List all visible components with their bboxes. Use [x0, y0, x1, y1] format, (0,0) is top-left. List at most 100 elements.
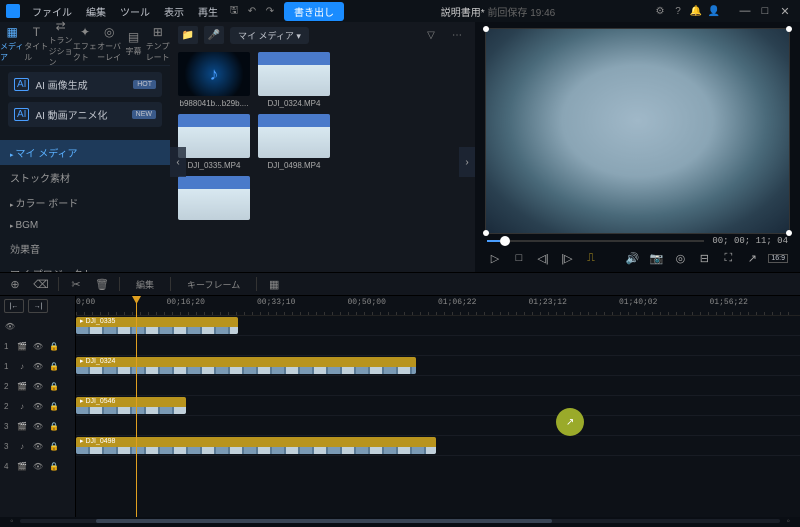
- trash-icon[interactable]: 🗑: [93, 275, 111, 293]
- preview-panel: 00; 00; 11; 04 ▷ □ ◁| |▷ ⎍ 🔊 📷 ◎ ⊟ ⛶ ↗ 1…: [475, 22, 800, 272]
- zoom-out-button[interactable]: |←: [4, 299, 24, 313]
- clip[interactable]: ▸ DJI_0546: [76, 397, 186, 414]
- aspect-ratio[interactable]: 16:9: [768, 254, 788, 263]
- close-button[interactable]: ✕: [776, 3, 794, 19]
- track-row[interactable]: ▸ DJI_0498: [76, 436, 800, 456]
- track-header[interactable]: 2♪👁🔒: [0, 396, 75, 416]
- undo-icon[interactable]: ↶: [244, 3, 260, 19]
- track-row[interactable]: ▸ DJI_0324: [76, 356, 800, 376]
- track-header[interactable]: 3♪👁🔒: [0, 436, 75, 456]
- help-icon[interactable]: ?: [670, 3, 686, 19]
- sidebar-item[interactable]: ストック素材: [0, 165, 170, 190]
- media-thumbnail[interactable]: DJI_0335.MP4: [178, 114, 250, 170]
- track-row[interactable]: [76, 376, 800, 396]
- document-title: 説明書用* 前回保存 19:46: [441, 4, 556, 19]
- menu-再生[interactable]: 再生: [192, 4, 224, 19]
- next-frame-button[interactable]: |▷: [559, 250, 575, 266]
- volume-icon[interactable]: 🔊: [624, 250, 640, 266]
- media-thumbnail[interactable]: b988041b...b29b....: [178, 52, 250, 108]
- menu-表示[interactable]: 表示: [158, 4, 190, 19]
- eraser-icon[interactable]: ⌫: [32, 275, 50, 293]
- playhead[interactable]: [136, 296, 137, 517]
- mode-tab-エフェクト[interactable]: ✦エフェクト: [73, 22, 97, 65]
- track-header[interactable]: 2🎬👁🔒: [0, 376, 75, 396]
- sidebar-item[interactable]: 効果音: [0, 236, 170, 261]
- sidebar-item[interactable]: BGM: [0, 215, 170, 236]
- sidebar-item[interactable]: カラー ボード: [0, 190, 170, 215]
- ruler-tick: 01;23;12: [529, 298, 567, 307]
- prev-frame-button[interactable]: ◁|: [535, 250, 551, 266]
- ruler-tick: 00;33;10: [257, 298, 295, 307]
- clip[interactable]: ▸ DJI_0324: [76, 357, 416, 374]
- cursor-indicator: [556, 408, 584, 436]
- export-button[interactable]: 書き出し: [284, 2, 344, 21]
- fullscreen-icon[interactable]: ↗: [744, 250, 760, 266]
- eye-icon[interactable]: 👁: [4, 322, 16, 331]
- grid-icon[interactable]: ▦: [265, 275, 283, 293]
- tracks-area[interactable]: 0;0000;16;2000;33;1000;50;0001;06;2201;2…: [76, 296, 800, 517]
- crop-icon[interactable]: ⛶: [720, 250, 736, 266]
- track-row[interactable]: ▸ DJI_0546: [76, 396, 800, 416]
- media-thumbnail[interactable]: DJI_0498.MP4: [258, 114, 330, 170]
- snapshot-icon[interactable]: 📷: [648, 250, 664, 266]
- ruler-tick: 01;40;02: [619, 298, 657, 307]
- target-icon[interactable]: ◎: [672, 250, 688, 266]
- track-row[interactable]: ▸ DJI_0335: [76, 316, 800, 336]
- minimize-button[interactable]: —: [736, 3, 754, 19]
- media-prev-button[interactable]: ‹: [170, 147, 186, 177]
- mode-tab-テンプレート[interactable]: ⊞テンプレート: [146, 22, 170, 65]
- mode-tab-タイトル[interactable]: Tタイトル: [24, 22, 48, 65]
- time-ruler[interactable]: 0;0000;16;2000;33;1000;50;0001;06;2201;2…: [76, 296, 800, 316]
- bell-icon[interactable]: 🔔: [688, 3, 704, 19]
- ruler-tick: 0;00: [76, 298, 95, 307]
- timeline-scrollbar[interactable]: ◦ ◦: [0, 517, 800, 525]
- filter-icon[interactable]: ▽: [421, 26, 441, 44]
- ruler-tick: 00;50;00: [348, 298, 386, 307]
- zoom-in-button[interactable]: →|: [28, 299, 48, 313]
- mode-tab-字幕[interactable]: ▤字幕: [121, 22, 145, 65]
- sidebar-item[interactable]: マイ メディア: [0, 140, 170, 165]
- user-icon[interactable]: 👤: [706, 3, 722, 19]
- ruler-tick: 01;56;22: [710, 298, 748, 307]
- edit-label[interactable]: 編集: [128, 278, 162, 291]
- play-button[interactable]: ▷: [487, 250, 503, 266]
- ruler-tick: 00;16;20: [167, 298, 205, 307]
- more-icon[interactable]: ⋯: [447, 26, 467, 44]
- menu-ツール[interactable]: ツール: [114, 4, 156, 19]
- ai-button[interactable]: AIAI 画像生成HOT: [8, 72, 162, 97]
- track-header[interactable]: 1🎬👁🔒: [0, 336, 75, 356]
- clip[interactable]: ▸ DJI_0498: [76, 437, 436, 454]
- menu-ファイル[interactable]: ファイル: [26, 4, 78, 19]
- menu-編集[interactable]: 編集: [80, 4, 112, 19]
- clip[interactable]: ▸ DJI_0335: [76, 317, 238, 334]
- titlebar: ファイル編集ツール表示再生 🖫 ↶ ↷ 書き出し 説明書用* 前回保存 19:4…: [0, 0, 800, 22]
- preview-scrubber[interactable]: 00; 00; 11; 04: [485, 234, 790, 248]
- keyframe-label[interactable]: キーフレーム: [179, 278, 248, 291]
- import-folder-icon[interactable]: 📁: [178, 26, 198, 44]
- media-thumbnail[interactable]: [178, 176, 250, 223]
- import-mic-icon[interactable]: 🎤: [204, 26, 224, 44]
- track-header[interactable]: 3🎬👁🔒: [0, 416, 75, 436]
- redo-icon[interactable]: ↷: [262, 3, 278, 19]
- timeline: |← →| 👁 1🎬👁🔒1♪👁🔒2🎬👁🔒2♪👁🔒3🎬👁🔒3♪👁🔒4🎬👁🔒 0;0…: [0, 296, 800, 517]
- ai-button[interactable]: AIAI 動画アニメ化NEW: [8, 102, 162, 127]
- add-track-icon[interactable]: ⊕: [6, 275, 24, 293]
- marker-button[interactable]: ⎍: [583, 250, 599, 266]
- maximize-button[interactable]: □: [756, 3, 774, 19]
- mode-tab-トランジション[interactable]: ⇄トランジション: [49, 22, 73, 65]
- track-header[interactable]: 4🎬👁🔒: [0, 456, 75, 476]
- media-thumbnail[interactable]: DJI_0324.MP4: [258, 52, 330, 108]
- preview-canvas[interactable]: [485, 28, 790, 234]
- stop-button[interactable]: □: [511, 250, 527, 266]
- mode-tab-メディア[interactable]: ▦メディア: [0, 22, 24, 65]
- media-filter-combo[interactable]: マイ メディア ▾: [230, 27, 309, 44]
- compare-icon[interactable]: ⊟: [696, 250, 712, 266]
- track-row[interactable]: [76, 416, 800, 436]
- save-icon[interactable]: 🖫: [226, 3, 242, 19]
- media-next-button[interactable]: ›: [459, 147, 475, 177]
- track-row[interactable]: [76, 336, 800, 356]
- track-header[interactable]: 1♪👁🔒: [0, 356, 75, 376]
- mode-tab-オーバーレイ[interactable]: ◎オーバーレイ: [97, 22, 121, 65]
- settings-icon[interactable]: ⚙: [652, 3, 668, 19]
- cut-icon[interactable]: ✂: [67, 275, 85, 293]
